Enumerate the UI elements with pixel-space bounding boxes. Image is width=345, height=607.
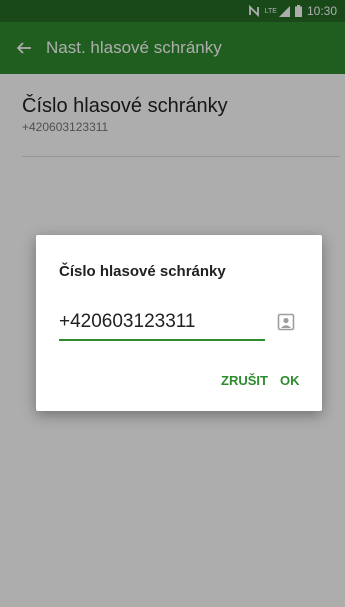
ok-button[interactable]: OK <box>280 373 300 388</box>
cancel-button[interactable]: ZRUŠIT <box>221 373 268 388</box>
input-underline <box>59 339 265 341</box>
voicemail-number-input[interactable] <box>59 307 265 337</box>
voicemail-number-dialog: Číslo hlasové schránky ZRUŠIT OK <box>36 235 322 411</box>
dialog-title: Číslo hlasové schránky <box>59 263 226 280</box>
contact-picker-icon[interactable] <box>277 313 295 331</box>
